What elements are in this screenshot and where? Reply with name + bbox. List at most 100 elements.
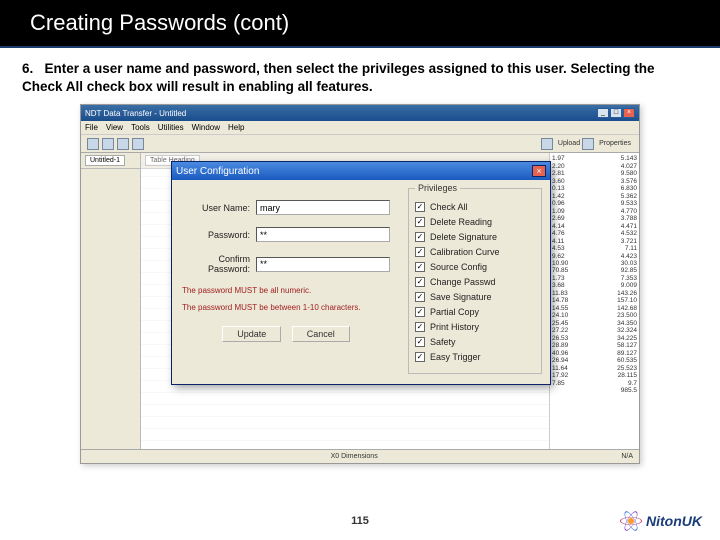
update-button[interactable]: Update — [222, 326, 281, 342]
app-title: NDT Data Transfer - Untitled — [85, 109, 596, 118]
minimize-button[interactable]: _ — [597, 108, 609, 118]
data-row: 26.5334.225 — [552, 335, 637, 342]
left-panel: Untitled-1 — [81, 153, 141, 449]
page-number: 115 — [351, 515, 369, 527]
privilege-easy-trigger: ✓ Easy Trigger — [415, 352, 535, 362]
data-row: 26.9460.535 — [552, 357, 637, 364]
status-mid: X0 Dimensions — [331, 453, 378, 460]
menu-window[interactable]: Window — [192, 123, 220, 132]
data-row: 11.6425.523 — [552, 365, 637, 372]
privilege-checkbox[interactable]: ✓ — [415, 262, 425, 272]
data-row: 1.094.770 — [552, 208, 637, 215]
tool-icon[interactable] — [582, 138, 594, 150]
tool-icon[interactable] — [87, 138, 99, 150]
dialog-close-button[interactable]: × — [532, 165, 546, 177]
privilege-label: Save Signature — [430, 292, 492, 302]
tool-icon[interactable] — [117, 138, 129, 150]
data-row: 3.603.576 — [552, 178, 637, 185]
data-row: 7.859.7 — [552, 380, 637, 387]
cancel-button[interactable]: Cancel — [292, 326, 350, 342]
close-button[interactable]: × — [623, 108, 635, 118]
step-number: 6. — [22, 61, 33, 76]
hint-numeric: The password MUST be all numeric. — [182, 286, 390, 295]
data-row: 10.9030.03 — [552, 260, 637, 267]
privilege-save-signature: ✓ Save Signature — [415, 292, 535, 302]
data-row: 24.1023.500 — [552, 312, 637, 319]
doc-tab[interactable]: Untitled-1 — [85, 155, 125, 166]
username-label: User Name: — [182, 203, 256, 213]
step-text: Enter a user name and password, then sel… — [22, 61, 654, 94]
data-row: 1.975.143 — [552, 155, 637, 162]
tool-icon[interactable] — [132, 138, 144, 150]
privilege-change-passwd: ✓ Change Passwd — [415, 277, 535, 287]
privilege-label: Partial Copy — [430, 307, 479, 317]
privilege-label: Safety — [430, 337, 456, 347]
data-row: 2.693.788 — [552, 215, 637, 222]
app-window: NDT Data Transfer - Untitled _ □ × File … — [80, 104, 640, 464]
privilege-checkbox[interactable]: ✓ — [415, 352, 425, 362]
privilege-print-history: ✓Print History — [415, 322, 535, 332]
data-row: 27.2232.324 — [552, 327, 637, 334]
data-row: 4.144.471 — [552, 223, 637, 230]
privilege-label: Check All — [430, 202, 468, 212]
privilege-checkbox[interactable]: ✓ — [415, 247, 425, 257]
data-row: 14.55142.68 — [552, 305, 637, 312]
privileges-title: Privileges — [415, 183, 460, 193]
menu-help[interactable]: Help — [228, 123, 244, 132]
privilege-delete-signature: ✓Delete Signature — [415, 232, 535, 242]
data-row: 11.83143.26 — [552, 290, 637, 297]
data-row: 3.689.009 — [552, 282, 637, 289]
data-row: 985.5 — [552, 387, 637, 394]
data-row: 14.78157.10 — [552, 297, 637, 304]
menu-view[interactable]: View — [106, 123, 123, 132]
toolbar-label-properties: Properties — [599, 140, 631, 147]
dialog-title: User Configuration — [176, 166, 532, 177]
privilege-checkbox[interactable]: ✓ — [415, 292, 425, 302]
data-row: 9.624.423 — [552, 253, 637, 260]
data-row: 4.113.721 — [552, 238, 637, 245]
confirm-label: Confirm Password: — [182, 254, 256, 274]
maximize-button[interactable]: □ — [610, 108, 622, 118]
data-row: 2.204.027 — [552, 163, 637, 170]
brand-text: NitonUK — [646, 513, 702, 529]
privilege-label: Change Passwd — [430, 277, 496, 287]
privilege-partial-copy: ✓ Partial Copy — [415, 307, 535, 317]
privileges-group: Privileges ✓Check All✓Delete Reading✓Del… — [408, 188, 542, 374]
data-row: 4.537.11 — [552, 245, 637, 252]
privilege-checkbox[interactable]: ✓ — [415, 277, 425, 287]
privilege-check-all: ✓ Check All — [415, 202, 535, 212]
confirm-input[interactable] — [256, 257, 390, 272]
menu-utilities[interactable]: Utilities — [158, 123, 184, 132]
privilege-safety: ✓ Safety — [415, 337, 535, 347]
data-column: 1.975.1432.204.0272.819.5803.603.5760.13… — [549, 153, 639, 449]
privilege-checkbox[interactable]: ✓ — [415, 322, 425, 332]
privilege-label: Easy Trigger — [430, 352, 481, 362]
hint-length: The password MUST be between 1-10 charac… — [182, 303, 390, 312]
menu-file[interactable]: File — [85, 123, 98, 132]
privilege-checkbox[interactable]: ✓ — [415, 202, 425, 212]
tool-icon[interactable] — [541, 138, 553, 150]
username-input[interactable] — [256, 200, 390, 215]
data-row: 1.425.362 — [552, 193, 637, 200]
data-row: 40.9689.127 — [552, 350, 637, 357]
data-row: 1.737.353 — [552, 275, 637, 282]
tool-icon[interactable] — [102, 138, 114, 150]
status-right: N/A — [621, 453, 633, 460]
menubar: File View Tools Utilities Window Help — [81, 121, 639, 135]
menu-tools[interactable]: Tools — [131, 123, 150, 132]
privilege-checkbox[interactable]: ✓ — [415, 307, 425, 317]
password-input[interactable] — [256, 227, 390, 242]
statusbar: X0 Dimensions N/A — [81, 449, 639, 463]
privilege-checkbox[interactable]: ✓ — [415, 232, 425, 242]
toolbar-label-upload: Upload — [558, 140, 580, 147]
data-row: 17.9228.115 — [552, 372, 637, 379]
privilege-source-config: ✓Source Config — [415, 262, 535, 272]
privilege-checkbox[interactable]: ✓ — [415, 337, 425, 347]
data-row: 0.136.830 — [552, 185, 637, 192]
privilege-checkbox[interactable]: ✓ — [415, 217, 425, 227]
privilege-label: Calibration Curve — [430, 247, 500, 257]
atom-icon — [620, 510, 642, 532]
privilege-calibration-curve: ✓ Calibration Curve — [415, 247, 535, 257]
data-row: 70.8592.85 — [552, 267, 637, 274]
slide-title: Creating Passwords (cont) — [0, 0, 720, 48]
